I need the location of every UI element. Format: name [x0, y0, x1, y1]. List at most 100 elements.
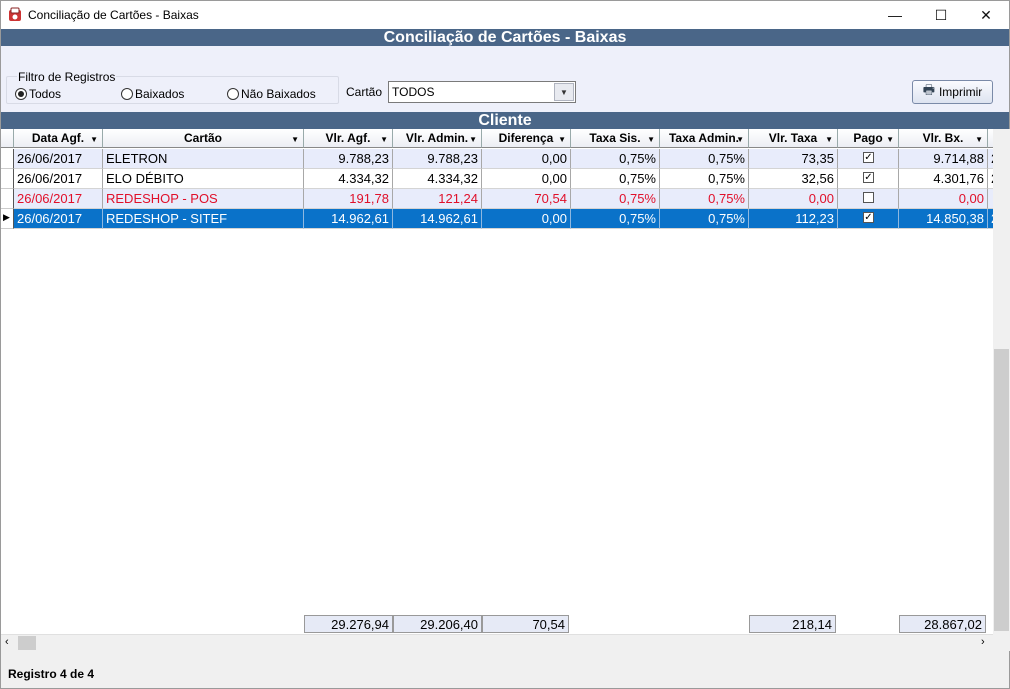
table-cell-vlr-agf[interactable]: 4.334,32: [304, 169, 393, 189]
dropdown-arrow-icon[interactable]: ▼: [291, 135, 299, 144]
cell-value: ELETRON: [106, 151, 168, 166]
table-cell-vlr-agf[interactable]: 191,78: [304, 189, 393, 209]
pago-checkbox[interactable]: [863, 192, 874, 203]
scroll-right-icon[interactable]: ›: [981, 636, 985, 648]
table-cell-vlr-bx[interactable]: 0,00: [899, 189, 988, 209]
table-cell-vlr-admin[interactable]: 4.334,32: [393, 169, 482, 189]
table-cell-taxa-sis[interactable]: 0,75%: [571, 149, 660, 169]
table-cell-vlr-admin[interactable]: 14.962,61: [393, 209, 482, 229]
table-cell-data[interactable]: 26/06/2017: [14, 149, 103, 169]
table-cell-taxa-admin[interactable]: 0,75%: [660, 169, 749, 189]
dropdown-arrow-icon[interactable]: ▼: [558, 135, 566, 144]
table-cell-pago[interactable]: ✓: [838, 149, 899, 169]
table-cell-pago[interactable]: [838, 189, 899, 209]
column-header-cartao[interactable]: Cartão ▼: [103, 129, 304, 148]
table-cell-vlr-taxa[interactable]: 32,56: [749, 169, 838, 189]
chevron-down-icon[interactable]: ▼: [554, 83, 574, 101]
table-cell-cartao[interactable]: ELETRON: [103, 149, 304, 169]
dropdown-arrow-icon[interactable]: ▼: [380, 135, 388, 144]
dropdown-arrow-icon[interactable]: ▼: [886, 135, 894, 144]
dropdown-arrow-icon[interactable]: ▼: [647, 135, 655, 144]
column-header-vlr-bx[interactable]: Vlr. Bx. ▼: [899, 129, 988, 148]
radio-todos[interactable]: Todos: [15, 87, 61, 101]
table-cell-taxa-admin[interactable]: 0,75%: [660, 189, 749, 209]
table-cell-vlr-admin[interactable]: 121,24: [393, 189, 482, 209]
table-cell-vlr-agf[interactable]: 14.962,61: [304, 209, 393, 229]
cell-value: 0,75%: [619, 211, 656, 226]
radio-nao-baixados[interactable]: Não Baixados: [227, 87, 316, 101]
title-bar[interactable]: Conciliação de Cartões - Baixas — ☐ ✕: [1, 1, 1009, 29]
column-header-vlr-taxa[interactable]: Vlr. Taxa ▼: [749, 129, 838, 148]
row-indicator[interactable]: [1, 169, 14, 189]
table-cell-data[interactable]: 26/06/2017: [14, 169, 103, 189]
row-indicator[interactable]: [1, 189, 14, 209]
table-cell-diferenca[interactable]: 0,00: [482, 169, 571, 189]
table-cell-taxa-sis[interactable]: 0,75%: [571, 209, 660, 229]
table-cell-cartao[interactable]: REDESHOP - POS: [103, 189, 304, 209]
total-vlr-taxa: 218,14: [749, 615, 836, 633]
table-cell-taxa-admin[interactable]: 0,75%: [660, 209, 749, 229]
pago-checkbox[interactable]: ✓: [863, 152, 874, 163]
table-cell-diferenca[interactable]: 0,00: [482, 209, 571, 229]
dropdown-arrow-icon[interactable]: ▼: [90, 135, 98, 144]
table-cell-cartao[interactable]: REDESHOP - SITEF: [103, 209, 304, 229]
cartao-select[interactable]: TODOS ▼: [388, 81, 576, 103]
vertical-scroll-thumb[interactable]: [994, 349, 1009, 631]
data-grid[interactable]: Data Agf. ▼ Cartão ▼ Vlr. Agf. ▼ Vlr. Admin…: [1, 129, 993, 634]
table-cell-vlr-taxa[interactable]: 73,35: [749, 149, 838, 169]
table-cell-vlr-bx[interactable]: 4.301,76: [899, 169, 988, 189]
horizontal-scroll-thumb[interactable]: [18, 636, 36, 650]
table-cell-data[interactable]: 26/06/2017: [14, 189, 103, 209]
row-indicator[interactable]: ▶: [1, 209, 14, 229]
total-diferenca: 70,54: [482, 615, 569, 633]
vertical-scrollbar[interactable]: [993, 129, 1010, 651]
table-cell-data[interactable]: 26/06/2017: [14, 209, 103, 229]
dropdown-arrow-icon[interactable]: ▼: [736, 135, 744, 144]
table-cell-taxa-admin[interactable]: 0,75%: [660, 149, 749, 169]
print-button[interactable]: 🖶 Imprimir: [912, 80, 993, 104]
column-header-diferenca[interactable]: Diferença ▼: [482, 129, 571, 148]
table-cell-vlr-agf[interactable]: 9.788,23: [304, 149, 393, 169]
table-cell-vlr-admin[interactable]: 9.788,23: [393, 149, 482, 169]
table-cell-diferenca[interactable]: 70,54: [482, 189, 571, 209]
scroll-left-icon[interactable]: ‹: [5, 636, 9, 648]
column-header-label: Vlr. Admin.: [405, 131, 469, 145]
table-cell-taxa-sis[interactable]: 0,75%: [571, 189, 660, 209]
cell-value: 0,75%: [708, 211, 745, 226]
dropdown-arrow-icon[interactable]: ▼: [469, 135, 477, 144]
column-header-taxa-sis[interactable]: Taxa Sis. ▼: [571, 129, 660, 148]
column-header-pago[interactable]: Pago ▼: [838, 129, 899, 148]
close-button[interactable]: ✕: [963, 1, 1009, 29]
table-cell-taxa-sis[interactable]: 0,75%: [571, 169, 660, 189]
cell-value: 26/06/2017: [17, 191, 83, 206]
dropdown-arrow-icon[interactable]: ▼: [975, 135, 983, 144]
pago-checkbox[interactable]: ✓: [863, 212, 874, 223]
filter-panel: Filtro de Registros Todos Baixados Não B…: [1, 46, 1009, 112]
maximize-button[interactable]: ☐: [918, 1, 964, 29]
cell-value: 9.788,23: [338, 151, 389, 166]
radio-todos-label: Todos: [29, 87, 62, 101]
total-vlr-admin: 29.206,40: [393, 615, 482, 633]
column-header-vlr-agf[interactable]: Vlr. Agf. ▼: [304, 129, 393, 148]
cell-value: 9.788,23: [427, 151, 478, 166]
table-cell-vlr-bx[interactable]: 14.850,38: [899, 209, 988, 229]
row-indicator[interactable]: [1, 149, 14, 169]
table-cell-vlr-taxa[interactable]: 112,23: [749, 209, 838, 229]
minimize-button[interactable]: —: [872, 1, 918, 29]
column-header-data-agf[interactable]: Data Agf. ▼: [14, 129, 103, 148]
window-title: Conciliação de Cartões - Baixas: [28, 8, 199, 22]
horizontal-scrollbar[interactable]: ‹ ›: [1, 634, 993, 651]
column-header-taxa-admin[interactable]: Taxa Admin. ▼: [660, 129, 749, 148]
radio-baixados[interactable]: Baixados: [121, 87, 184, 101]
column-header-vlr-admin[interactable]: Vlr. Admin. ▼: [393, 129, 482, 148]
table-cell-vlr-taxa[interactable]: 0,00: [749, 189, 838, 209]
table-cell-pago[interactable]: ✓: [838, 169, 899, 189]
table-cell-pago[interactable]: ✓: [838, 209, 899, 229]
page-title: Conciliação de Cartões - Baixas: [1, 29, 1009, 46]
pago-checkbox[interactable]: ✓: [863, 172, 874, 183]
table-cell-cartao[interactable]: ELO DÉBITO: [103, 169, 304, 189]
table-cell-vlr-bx[interactable]: 9.714,88: [899, 149, 988, 169]
table-cell-diferenca[interactable]: 0,00: [482, 149, 571, 169]
dropdown-arrow-icon[interactable]: ▼: [825, 135, 833, 144]
cartao-select-value: TODOS: [392, 85, 435, 99]
